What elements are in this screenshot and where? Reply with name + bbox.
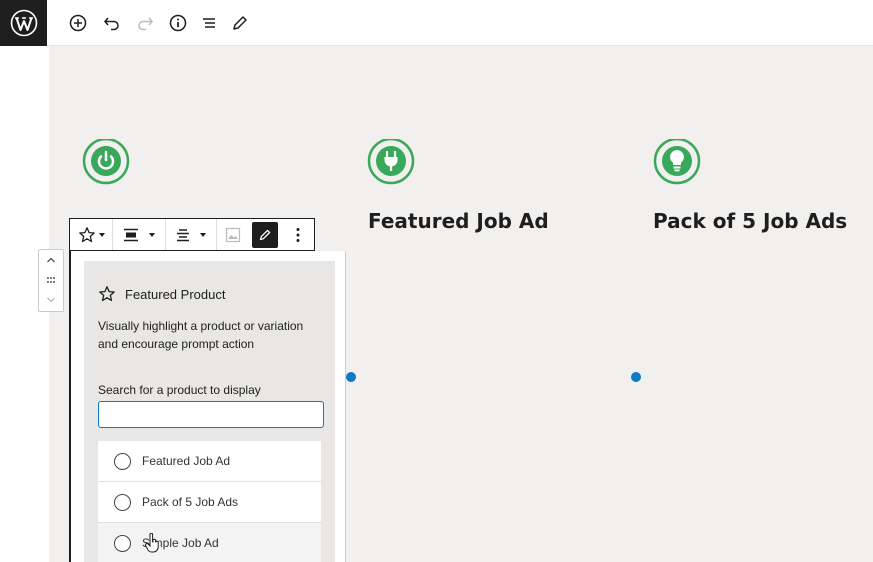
more-options-button[interactable]	[283, 219, 313, 250]
more-options-icon	[296, 227, 300, 242]
power-icon	[82, 137, 130, 185]
column-title: Pack of 5 Job Ads	[653, 209, 848, 233]
block-type-switcher[interactable]	[70, 219, 113, 250]
edit-pencil-icon	[260, 229, 271, 240]
lightbulb-icon	[653, 137, 701, 185]
radio-button[interactable]	[114, 493, 131, 511]
star-icon	[78, 226, 95, 242]
align-wide-icon	[124, 228, 138, 241]
drag-handle[interactable]	[39, 270, 63, 290]
block-mover	[38, 249, 64, 312]
add-block-icon	[69, 14, 87, 32]
redo-icon	[138, 17, 153, 31]
list-view-icon	[203, 18, 215, 28]
caret-down-icon	[98, 232, 105, 237]
block-alignment-button[interactable]	[113, 219, 166, 250]
block-actions	[217, 219, 314, 250]
block-placeholder: Featured Product Visually highlight a pr…	[84, 261, 335, 562]
redo-button[interactable]	[131, 9, 159, 37]
wordpress-logo-icon	[10, 9, 37, 37]
caret-down-icon	[200, 232, 206, 237]
search-label: Search for a product to display	[98, 383, 261, 397]
editor-top-toolbar	[0, 0, 873, 46]
wordpress-logo-button[interactable]	[0, 0, 47, 46]
plug-icon	[367, 137, 415, 185]
radio-button[interactable]	[114, 534, 131, 552]
undo-icon	[104, 17, 119, 31]
align-center-icon	[177, 228, 189, 241]
media-button[interactable]	[218, 219, 248, 250]
chevron-up-icon	[47, 257, 55, 263]
drag-handle-icon	[47, 277, 55, 283]
placeholder-header: Featured Product	[98, 285, 225, 303]
image-icon	[226, 227, 241, 242]
block-toolbar	[69, 218, 315, 251]
product-option[interactable]: Simple Job Ad	[98, 523, 321, 562]
list-view-button[interactable]	[195, 9, 223, 37]
details-button[interactable]	[164, 9, 192, 37]
product-option[interactable]: Featured Job Ad	[98, 441, 321, 482]
chevron-down-icon	[47, 297, 55, 303]
edit-icon	[233, 16, 247, 30]
caret-down-icon	[149, 232, 155, 237]
column-resize-handle[interactable]	[346, 372, 356, 382]
product-list: Featured Job Ad Pack of 5 Job Ads Simple…	[98, 441, 321, 562]
column-resize-handle[interactable]	[631, 372, 641, 382]
text-alignment-button[interactable]	[166, 219, 217, 250]
column-title: Featured Job Ad	[368, 209, 549, 233]
featured-product-block: Featured Product Visually highlight a pr…	[69, 251, 346, 562]
product-option[interactable]: Pack of 5 Job Ads	[98, 482, 321, 523]
tools-button[interactable]	[226, 9, 254, 37]
star-icon	[99, 286, 115, 302]
move-down-button[interactable]	[39, 290, 63, 310]
radio-button[interactable]	[114, 452, 131, 470]
add-block-button[interactable]	[64, 9, 92, 37]
hand-cursor-icon	[145, 532, 161, 553]
edit-button[interactable]	[250, 219, 280, 250]
product-option-label: Pack of 5 Job Ads	[142, 495, 239, 509]
product-search-input[interactable]	[98, 401, 324, 428]
product-option-label: Featured Job Ad	[142, 454, 231, 468]
undo-button[interactable]	[98, 9, 126, 37]
placeholder-description: Visually highlight a product or variatio…	[98, 319, 304, 351]
info-icon	[169, 14, 187, 32]
move-up-button[interactable]	[39, 250, 63, 270]
placeholder-title: Featured Product	[125, 286, 226, 302]
